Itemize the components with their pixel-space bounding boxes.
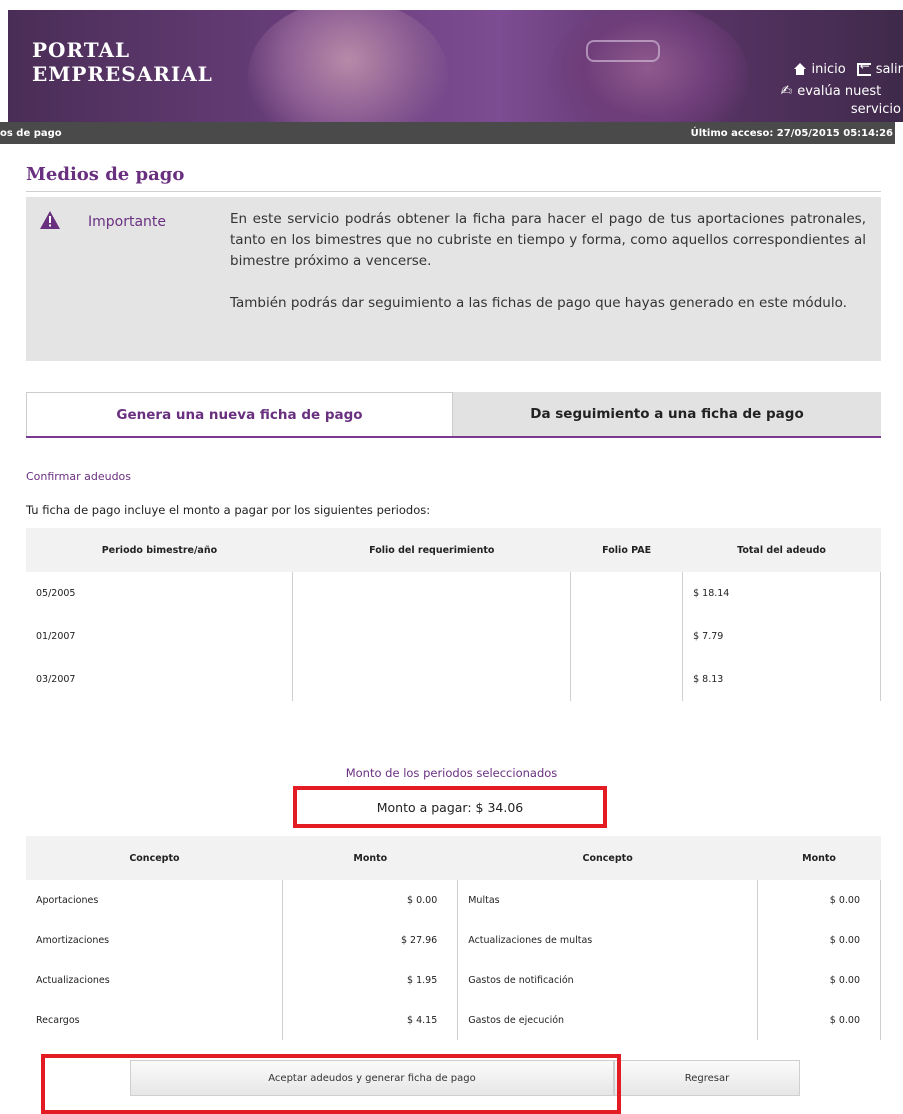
total-cell: $ 8.13 (683, 658, 881, 701)
folio-req-cell (293, 572, 571, 615)
portal-logo-line2: EMPRESARIAL (32, 62, 213, 86)
table-row: Aportaciones $ 0.00 Multas $ 0.00 (26, 880, 881, 920)
banner-photo-person-2 (548, 10, 748, 122)
header-banner: PORTAL EMPRESARIAL inicio salir ✍ evalúa… (8, 10, 903, 122)
exit-icon[interactable] (857, 63, 871, 76)
home-icon[interactable] (793, 63, 807, 75)
concept-cell: Actualizaciones (26, 960, 283, 1000)
column-header: Periodo bimestre/año (26, 528, 293, 572)
column-header: Monto (283, 836, 458, 880)
folio-pae-cell (571, 658, 683, 701)
amount-cell: $ 1.95 (283, 960, 458, 1000)
home-link[interactable]: inicio (812, 62, 846, 77)
tab-bar: Genera una nueva ficha de pago Da seguim… (26, 392, 881, 438)
table-row: Actualizaciones $ 1.95 Gastos de notific… (26, 960, 881, 1000)
periods-table: Periodo bimestre/año Folio del requerimi… (26, 528, 881, 701)
table-row: Recargos $ 4.15 Gastos de ejecución $ 0.… (26, 1000, 881, 1040)
evaluate-link-continued[interactable]: servicio (793, 102, 903, 117)
period-cell: 05/2005 (26, 572, 293, 615)
important-paragraph-2: También podrás dar seguimiento a las fic… (230, 293, 866, 314)
table-row: Amortizaciones $ 27.96 Actualizaciones d… (26, 920, 881, 960)
column-header: Folio PAE (571, 528, 683, 572)
folio-req-cell (293, 658, 571, 701)
amount-cell: $ 0.00 (758, 880, 881, 920)
title-divider (26, 191, 881, 192)
tab-new-payment-slip[interactable]: Genera una nueva ficha de pago (26, 392, 453, 436)
amount-cell: $ 0.00 (758, 920, 881, 960)
status-bar: os de pago Último acceso: 27/05/2015 05:… (0, 122, 895, 144)
amount-cell: $ 4.15 (283, 1000, 458, 1040)
breadcrumb[interactable]: os de pago (0, 128, 62, 139)
banner-photo-glasses (586, 40, 660, 62)
concept-cell: Gastos de notificación (458, 960, 758, 1000)
page-title: Medios de pago (26, 164, 184, 185)
amount-cell: $ 27.96 (283, 920, 458, 960)
concepts-table: Concepto Monto Concepto Monto Aportacion… (26, 836, 881, 1040)
evaluate-row[interactable]: ✍ evalúa nuest (781, 82, 903, 100)
selected-periods-amount-heading: Monto de los periodos seleccionados (0, 766, 903, 780)
table-row: 01/2007 $ 7.79 (26, 615, 881, 658)
concept-cell: Gastos de ejecución (458, 1000, 758, 1040)
column-header: Concepto (26, 836, 283, 880)
folio-req-cell (293, 615, 571, 658)
total-cell: $ 18.14 (683, 572, 881, 615)
table-row: 03/2007 $ 8.13 (26, 658, 881, 701)
tab-track-payment-slip[interactable]: Da seguimiento a una ficha de pago (453, 392, 881, 436)
important-paragraph-1: En este servicio podrás obtener la ficha… (230, 209, 866, 272)
evaluate-link[interactable]: evalúa nuest (797, 84, 881, 99)
amount-cell: $ 0.00 (758, 1000, 881, 1040)
column-header: Total del adeudo (683, 528, 881, 572)
amount-cell: $ 0.00 (283, 880, 458, 920)
concept-cell: Recargos (26, 1000, 283, 1040)
portal-logo: PORTAL EMPRESARIAL (32, 38, 213, 86)
table-row: 05/2005 $ 18.14 (26, 572, 881, 615)
header-links: inicio salir ✍ evalúa nuest servicio (793, 60, 903, 117)
table-header-row: Concepto Monto Concepto Monto (26, 836, 881, 880)
concept-cell: Aportaciones (26, 880, 283, 920)
concept-cell: Actualizaciones de multas (458, 920, 758, 960)
intro-text: Tu ficha de pago incluye el monto a paga… (26, 503, 430, 517)
amount-cell: $ 0.00 (758, 960, 881, 1000)
confirm-debts-heading: Confirmar adeudos (26, 470, 131, 483)
important-text: En este servicio podrás obtener la ficha… (230, 209, 866, 335)
period-cell: 03/2007 (26, 658, 293, 701)
portal-logo-line1: PORTAL (32, 38, 213, 62)
column-header: Monto (758, 836, 881, 880)
header-nav-row: inicio salir (793, 60, 903, 78)
important-notice: Importante En este servicio podrás obten… (26, 197, 881, 361)
total-cell: $ 7.79 (683, 615, 881, 658)
concept-cell: Multas (458, 880, 758, 920)
accept-and-generate-button[interactable]: Aceptar adeudos y generar ficha de pago (130, 1060, 614, 1096)
concept-cell: Amortizaciones (26, 920, 283, 960)
amount-to-pay: Monto a pagar: $ 34.06 (293, 786, 607, 828)
back-button[interactable]: Regresar (614, 1060, 800, 1096)
table-header-row: Periodo bimestre/año Folio del requerimi… (26, 528, 881, 572)
folio-pae-cell (571, 572, 683, 615)
warning-icon (40, 211, 60, 229)
banner-photo-person-1 (248, 10, 448, 122)
exit-link[interactable]: salir (876, 62, 903, 77)
important-label: Importante (88, 214, 166, 230)
period-cell: 01/2007 (26, 615, 293, 658)
folio-pae-cell (571, 615, 683, 658)
pencil-icon[interactable]: ✍ (781, 83, 793, 99)
last-access: Último acceso: 27/05/2015 05:14:26 (691, 128, 893, 139)
column-header: Folio del requerimiento (293, 528, 571, 572)
column-header: Concepto (458, 836, 758, 880)
